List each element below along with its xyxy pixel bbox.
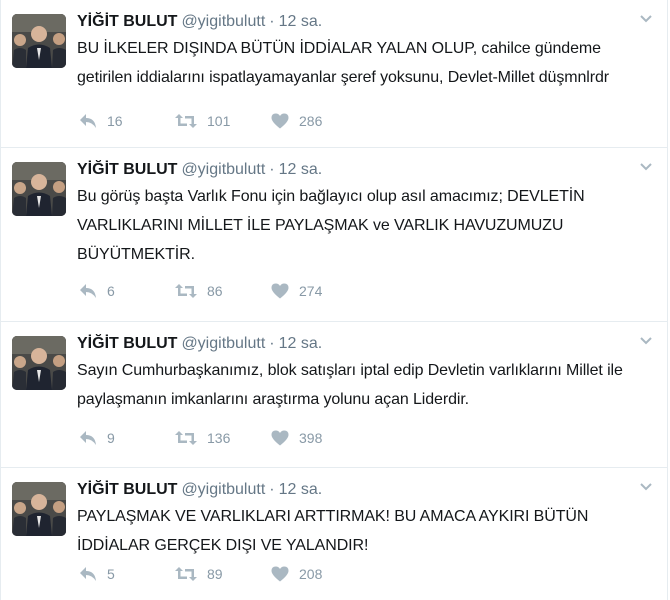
- reply-button[interactable]: 6: [79, 283, 175, 299]
- separator-dot: ·: [269, 335, 275, 352]
- avatar-photo: [12, 336, 66, 390]
- reply-icon: [80, 114, 96, 128]
- tweet-header: YİĞİT BULUT @yigitbulutt · 12 sa.: [77, 160, 627, 180]
- retweet-count: 101: [207, 113, 231, 129]
- tweet[interactable]: YİĞİT BULUT @yigitbulutt · 12 sa. PAYLAŞMAK…: [1, 468, 667, 600]
- retweet-icon: [175, 567, 197, 581]
- like-count: 398: [299, 430, 323, 446]
- retweet-button[interactable]: 101: [175, 113, 271, 129]
- tweet-actions: 5 89 208: [79, 563, 322, 585]
- retweet-count: 136: [207, 430, 231, 446]
- reply-button[interactable]: 16: [79, 113, 175, 129]
- avatar[interactable]: [12, 336, 66, 390]
- avatar-photo: [12, 482, 66, 536]
- reply-icon: [80, 567, 96, 581]
- reply-count: 9: [107, 430, 115, 446]
- tweet-text: PAYLAŞMAK VE VARLIKLARI ARTTIRMAK! BU AM…: [77, 508, 589, 554]
- avatar[interactable]: [12, 14, 66, 68]
- chevron-down-icon[interactable]: [639, 162, 653, 172]
- tweet-actions: 16 101 286: [79, 110, 322, 132]
- tweet-header: YİĞİT BULUT @yigitbulutt · 12 sa.: [77, 480, 627, 500]
- heart-icon: [271, 283, 289, 299]
- retweet-icon: [175, 431, 197, 445]
- chevron-down-icon[interactable]: [639, 336, 653, 346]
- like-button[interactable]: 398: [271, 430, 322, 446]
- username[interactable]: @yigitbulutt: [181, 161, 265, 178]
- tweet-text: Sayın Cumhurbaşkanımız, blok satışları i…: [77, 362, 623, 408]
- username[interactable]: @yigitbulutt: [181, 335, 265, 352]
- separator-dot: ·: [269, 161, 275, 178]
- retweet-button[interactable]: 89: [175, 566, 271, 582]
- tweet[interactable]: YİĞİT BULUT @yigitbulutt · 12 sa. Bu görüş …: [1, 148, 667, 322]
- fullname[interactable]: YİĞİT BULUT: [77, 161, 177, 178]
- username[interactable]: @yigitbulutt: [181, 481, 265, 498]
- reply-button[interactable]: 5: [79, 566, 175, 582]
- tweet[interactable]: YİĞİT BULUT @yigitbulutt · 12 sa. Sayın Cum…: [1, 322, 667, 468]
- username[interactable]: @yigitbulutt: [181, 13, 265, 30]
- like-button[interactable]: 208: [271, 566, 322, 582]
- tweet-text: BU İLKELER DIŞINDA BÜTÜN İDDİALAR YALAN …: [77, 40, 609, 86]
- retweet-button[interactable]: 86: [175, 283, 271, 299]
- like-count: 274: [299, 283, 323, 299]
- retweet-icon: [175, 284, 197, 298]
- fullname[interactable]: YİĞİT BULUT: [77, 481, 177, 498]
- fullname[interactable]: YİĞİT BULUT: [77, 13, 177, 30]
- like-count: 286: [299, 113, 323, 129]
- fullname[interactable]: YİĞİT BULUT: [77, 335, 177, 352]
- avatar-photo: [12, 14, 66, 68]
- tweet-actions: 9 136 398: [79, 427, 322, 449]
- separator-dot: ·: [269, 481, 275, 498]
- reply-icon: [80, 431, 96, 445]
- reply-count: 16: [107, 113, 123, 129]
- heart-icon: [271, 113, 289, 129]
- heart-icon: [271, 566, 289, 582]
- timestamp[interactable]: 12 sa.: [279, 335, 323, 352]
- tweet-header: YİĞİT BULUT @yigitbulutt · 12 sa.: [77, 334, 627, 354]
- reply-count: 5: [107, 566, 115, 582]
- timestamp[interactable]: 12 sa.: [279, 13, 323, 30]
- retweet-icon: [175, 114, 197, 128]
- timestamp[interactable]: 12 sa.: [279, 161, 323, 178]
- chevron-down-icon[interactable]: [639, 14, 653, 24]
- avatar[interactable]: [12, 482, 66, 536]
- tweet-header: YİĞİT BULUT @yigitbulutt · 12 sa.: [77, 12, 627, 32]
- reply-button[interactable]: 9: [79, 430, 175, 446]
- chevron-down-icon[interactable]: [639, 482, 653, 492]
- separator-dot: ·: [269, 13, 275, 30]
- avatar-photo: [12, 162, 66, 216]
- retweet-count: 86: [207, 283, 223, 299]
- retweet-button[interactable]: 136: [175, 430, 271, 446]
- reply-count: 6: [107, 283, 115, 299]
- reply-icon: [80, 284, 96, 298]
- tweet-actions: 6 86 274: [79, 280, 322, 302]
- like-count: 208: [299, 566, 323, 582]
- heart-icon: [271, 430, 289, 446]
- tweet-timeline: YİĞİT BULUT @yigitbulutt · 12 sa. BU İLKELE…: [0, 0, 668, 600]
- timestamp[interactable]: 12 sa.: [279, 481, 323, 498]
- like-button[interactable]: 286: [271, 113, 322, 129]
- tweet[interactable]: YİĞİT BULUT @yigitbulutt · 12 sa. BU İLKELE…: [1, 0, 667, 148]
- avatar[interactable]: [12, 162, 66, 216]
- retweet-count: 89: [207, 566, 223, 582]
- like-button[interactable]: 274: [271, 283, 322, 299]
- tweet-text: Bu görüş başta Varlık Fonu için bağlayıc…: [77, 188, 585, 263]
